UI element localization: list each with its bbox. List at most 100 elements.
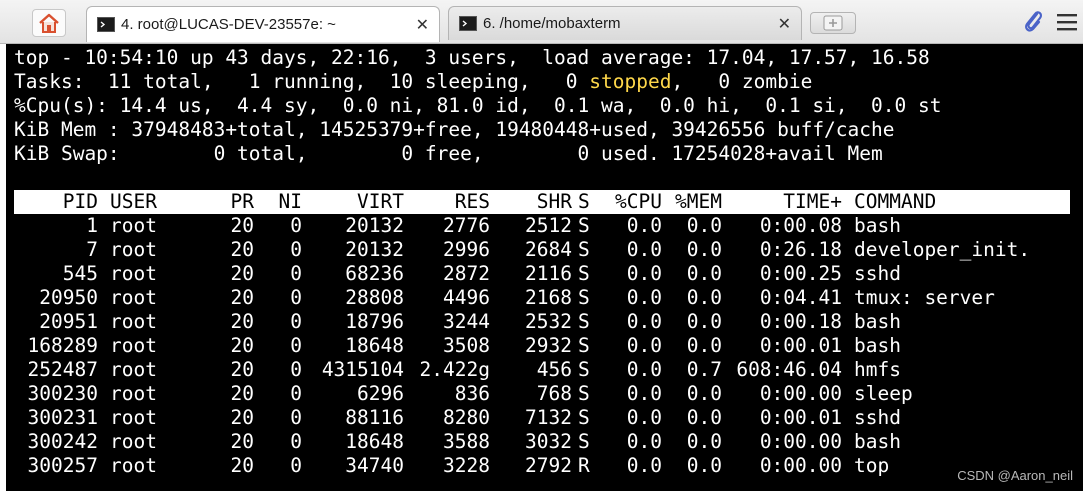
pr-cell: 20 xyxy=(230,430,254,453)
ni-cell: 0 xyxy=(290,358,302,381)
user-cell: root xyxy=(110,238,157,261)
user-header: USER xyxy=(110,190,157,213)
state-cell: S xyxy=(578,382,590,405)
pid-cell: 300231 xyxy=(27,406,98,429)
shr-cell: 7132 xyxy=(525,406,572,429)
virt-cell: 68236 xyxy=(345,262,404,285)
pid-cell: 545 xyxy=(62,262,98,285)
shr-cell: 456 xyxy=(536,358,572,381)
pid-cell: 20950 xyxy=(39,286,98,309)
time-cell: 0:00.00 xyxy=(759,454,842,477)
pr-cell: 20 xyxy=(230,382,254,405)
mem-cell: 0.0 xyxy=(686,238,722,261)
virt-cell: 4315104 xyxy=(321,358,404,381)
close-tab-icon[interactable]: ✕ xyxy=(416,15,429,35)
command-cell: sleep xyxy=(854,382,913,405)
process-row: 20951 root 20 0 18796 3244 2532 S 0.0 0.0 0:00.18 b… xyxy=(14,310,1070,334)
shr-cell: 2512 xyxy=(525,214,572,237)
virt-header: VIRT xyxy=(357,190,404,213)
user-cell: root xyxy=(110,334,157,357)
cpu-header: %CPU xyxy=(615,190,662,213)
tab-bar: 4. root@LUCAS-DEV-23557e: ~ ✕ 6. /home/m… xyxy=(0,0,1083,44)
tasks-text-end: , 0 zombie xyxy=(671,70,813,93)
time-header: TIME+ xyxy=(783,190,842,213)
command-cell: hmfs xyxy=(854,358,901,381)
ni-cell: 0 xyxy=(290,214,302,237)
state-cell: S xyxy=(578,430,590,453)
pr-cell: 20 xyxy=(230,334,254,357)
cpu-cell: 0.0 xyxy=(626,238,662,261)
res-cell: 4496 xyxy=(443,286,490,309)
mem-cell: 0.0 xyxy=(686,430,722,453)
res-cell: 3508 xyxy=(443,334,490,357)
close-tab-icon[interactable]: ✕ xyxy=(778,14,791,34)
pr-cell: 20 xyxy=(230,238,254,261)
new-tab-button[interactable] xyxy=(810,12,856,34)
pid-cell: 168289 xyxy=(27,334,98,357)
home-icon xyxy=(39,13,59,33)
mem-cell: 0.0 xyxy=(686,262,722,285)
pid-cell: 252487 xyxy=(27,358,98,381)
res-cell: 3588 xyxy=(443,430,490,453)
res-cell: 2776 xyxy=(443,214,490,237)
shr-cell: 2168 xyxy=(525,286,572,309)
terminal-icon xyxy=(97,17,115,32)
time-cell: 0:00.00 xyxy=(759,382,842,405)
pr-cell: 20 xyxy=(230,358,254,381)
process-row: 300257 root 20 0 34740 3228 2792 R 0.0 0.0 0:00.00… xyxy=(14,454,1070,478)
pr-cell: 20 xyxy=(230,406,254,429)
cpu-cell: 0.0 xyxy=(626,430,662,453)
state-cell: S xyxy=(578,262,590,285)
time-cell: 0:04.41 xyxy=(759,286,842,309)
user-cell: root xyxy=(110,214,157,237)
command-cell: developer_init. xyxy=(854,238,1031,261)
terminal-screen[interactable]: top - 10:54:10 up 43 days, 22:16, 3 user… xyxy=(6,44,1083,491)
ni-cell: 0 xyxy=(290,310,302,333)
state-cell: S xyxy=(578,238,590,261)
command-cell: bash xyxy=(854,310,901,333)
state-header: S xyxy=(578,190,590,213)
state-cell: S xyxy=(578,334,590,357)
virt-cell: 18648 xyxy=(345,430,404,453)
pid-cell: 300242 xyxy=(27,430,98,453)
hamburger-menu-icon[interactable] xyxy=(1057,13,1077,31)
time-cell: 0:00.25 xyxy=(759,262,842,285)
pr-header: PR xyxy=(230,190,254,213)
res-cell: 8280 xyxy=(443,406,490,429)
user-cell: root xyxy=(110,310,157,333)
state-cell: S xyxy=(578,406,590,429)
time-cell: 0:00.08 xyxy=(759,214,842,237)
virt-cell: 20132 xyxy=(345,214,404,237)
watermark: CSDN @Aaron_neil xyxy=(957,468,1073,483)
home-button[interactable] xyxy=(32,9,66,37)
virt-cell: 18796 xyxy=(345,310,404,333)
tab-session-4[interactable]: 4. root@LUCAS-DEV-23557e: ~ ✕ xyxy=(86,6,440,42)
state-cell: S xyxy=(578,358,590,381)
virt-cell: 18648 xyxy=(345,334,404,357)
command-cell: tmux: server xyxy=(854,286,995,309)
user-cell: root xyxy=(110,406,157,429)
state-cell: S xyxy=(578,310,590,333)
pid-cell: 7 xyxy=(86,238,98,261)
process-row: 252487 root 20 0 4315104 2.422g 456 S 0.0 0.7 608:… xyxy=(14,358,1070,382)
ni-cell: 0 xyxy=(290,286,302,309)
user-cell: root xyxy=(110,358,157,381)
process-row: 300231 root 20 0 88116 8280 7132 S 0.0 0.0 0:00.01… xyxy=(14,406,1070,430)
tasks-text: Tasks: 11 total, 1 running, 10 sleeping,… xyxy=(14,70,590,93)
cpu-line: %Cpu(s): 14.4 us, 4.4 sy, 0.0 ni, 81.0 i… xyxy=(14,94,942,117)
process-row: 545 root 20 0 68236 2872 2116 S 0.0 0.0 0:00.25 ssh… xyxy=(14,262,1070,286)
mem-cell: 0.0 xyxy=(686,334,722,357)
pid-cell: 1 xyxy=(86,214,98,237)
user-cell: root xyxy=(110,262,157,285)
cpu-cell: 0.0 xyxy=(626,358,662,381)
cpu-cell: 0.0 xyxy=(626,310,662,333)
pid-cell: 20951 xyxy=(39,310,98,333)
user-cell: root xyxy=(110,286,157,309)
cpu-cell: 0.0 xyxy=(626,262,662,285)
tab-label: 4. root@LUCAS-DEV-23557e: ~ xyxy=(121,16,336,33)
state-cell: R xyxy=(578,454,590,477)
tab-session-6[interactable]: 6. /home/mobaxterm ✕ xyxy=(448,6,802,40)
paperclip-icon[interactable] xyxy=(1021,8,1045,34)
swap-line: KiB Swap: 0 total, 0 free, 0 used. 17254… xyxy=(14,142,883,165)
command-cell: bash xyxy=(854,430,901,453)
